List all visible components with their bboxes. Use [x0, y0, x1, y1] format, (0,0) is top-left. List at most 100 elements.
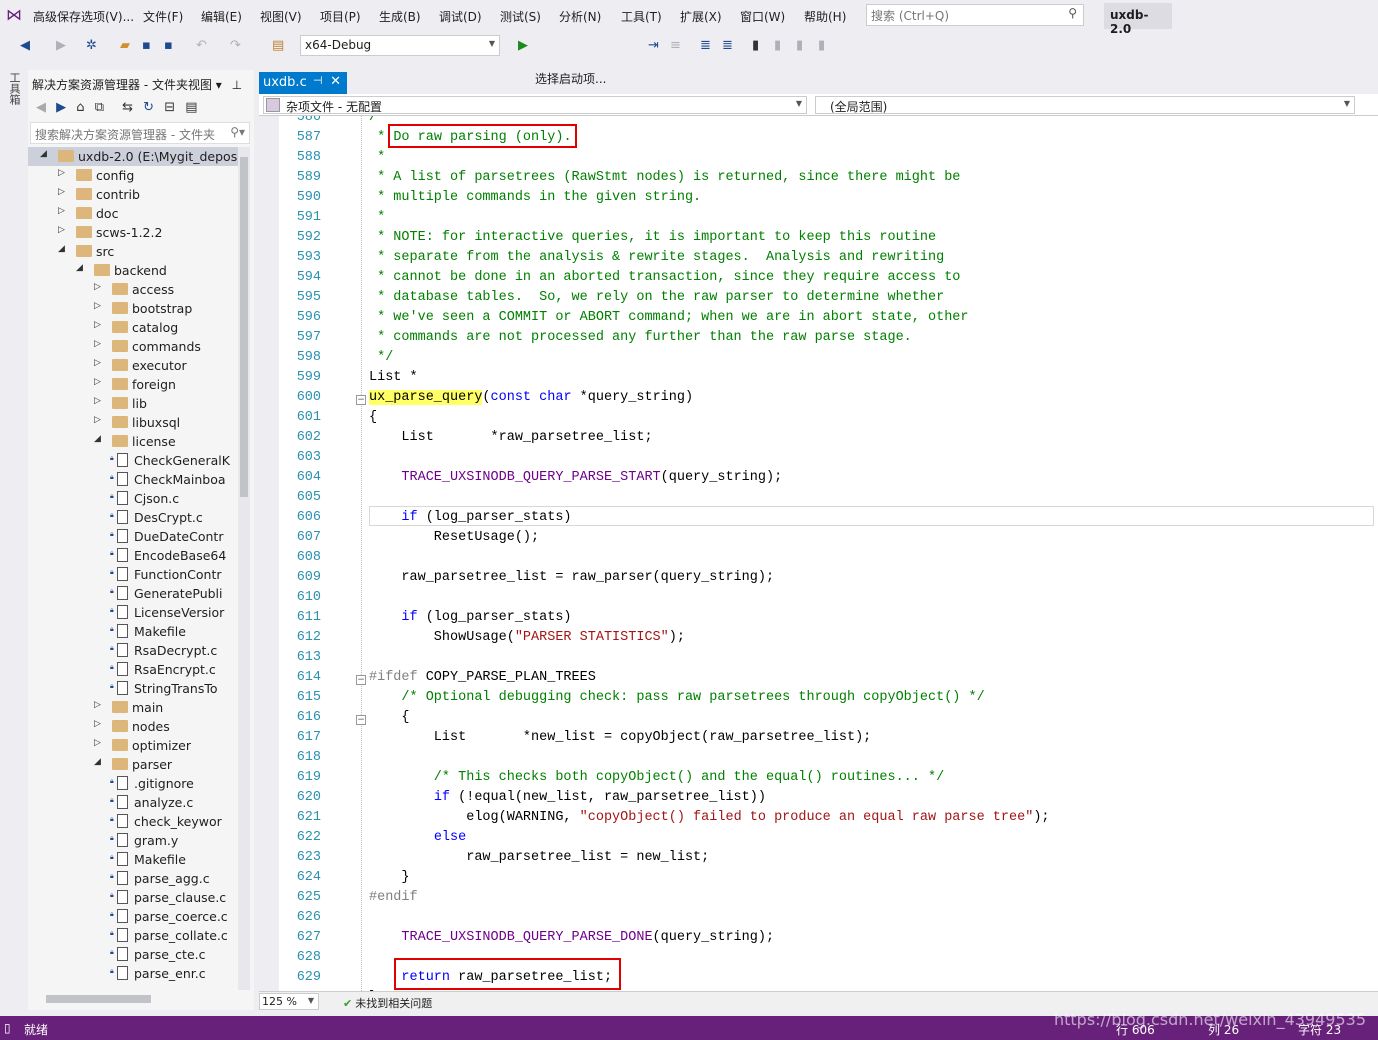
collapsed-arrow-icon[interactable]: ▷ — [94, 415, 101, 425]
code-line[interactable]: * separate from the analysis & rewrite s… — [369, 250, 944, 265]
show-all-files-icon[interactable]: ▤ — [185, 100, 197, 115]
sync-icon[interactable]: ⇆ — [122, 100, 133, 115]
code-line[interactable]: /* — [369, 116, 385, 125]
code-line[interactable]: /* Optional debugging check: pass raw pa… — [369, 690, 984, 705]
menu-item[interactable]: 调试(D) — [439, 8, 482, 25]
collapsed-arrow-icon[interactable]: ▷ — [58, 225, 65, 235]
code-line[interactable]: * — [369, 150, 385, 165]
find-in-files-icon[interactable]: ▤ — [272, 38, 284, 53]
menu-item[interactable]: 项目(P) — [320, 8, 361, 25]
switch-views-icon[interactable]: ⧉ — [95, 100, 104, 115]
clear-bookmarks-icon[interactable]: ▮ — [818, 38, 825, 53]
tree-item[interactable]: ▷ config — [28, 166, 238, 185]
tree-item[interactable]: 🔒︎ DueDateContr — [28, 527, 238, 546]
expanded-arrow-icon[interactable]: ◢ — [76, 263, 83, 273]
tree-item[interactable]: ▷ access — [28, 280, 238, 299]
forward-icon[interactable]: ▶ — [56, 38, 66, 53]
tree-item[interactable]: 🔒︎ CheckGeneralK — [28, 451, 238, 470]
tree-horizontal-scrollbar[interactable] — [32, 992, 232, 1006]
collapsed-arrow-icon[interactable]: ▷ — [94, 396, 101, 406]
tree-item[interactable]: 🔒︎ gram.y — [28, 831, 238, 850]
tree-item[interactable]: ▷ optimizer — [28, 736, 238, 755]
new-project-icon[interactable]: ✲ — [86, 38, 97, 53]
tree-item[interactable]: ◢ backend — [28, 261, 238, 280]
code-line[interactable]: } — [369, 870, 409, 885]
code-line[interactable]: * we've seen a COMMIT or ABORT command; … — [369, 310, 968, 325]
code-line[interactable]: TRACE_UXSINODB_QUERY_PARSE_START(query_s… — [369, 470, 782, 485]
tree-item[interactable]: ▷ bootstrap — [28, 299, 238, 318]
collapsed-arrow-icon[interactable]: ▷ — [94, 320, 101, 330]
solution-explorer-search[interactable]: 搜索解决方案资源管理器 - 文件夹 ⚲▾ — [30, 122, 250, 144]
expanded-arrow-icon[interactable]: ◢ — [58, 244, 65, 254]
tree-item[interactable]: ▷ foreign — [28, 375, 238, 394]
tree-item[interactable]: ◢ uxdb-2.0 (E:\Mygit_deposit — [28, 147, 238, 166]
tree-item[interactable]: 🔒︎ analyze.c — [28, 793, 238, 812]
tree-item[interactable]: 🔒︎ EncodeBase64 — [28, 546, 238, 565]
outdent-icon[interactable]: ≡ — [670, 38, 681, 53]
code-line[interactable]: List *raw_parsetree_list; — [369, 430, 652, 445]
tree-item[interactable]: 🔒︎ LicenseVersior — [28, 603, 238, 622]
tree-item[interactable]: 🔒︎ parse_enr.c — [28, 964, 238, 983]
collapsed-arrow-icon[interactable]: ▷ — [94, 282, 101, 292]
tree-item[interactable]: 🔒︎ RsaEncrypt.c — [28, 660, 238, 679]
collapsed-arrow-icon[interactable]: ▷ — [94, 700, 101, 710]
close-icon[interactable]: ✕ — [330, 74, 341, 89]
redo-icon[interactable]: ↷ — [230, 38, 241, 53]
tree-item[interactable]: ▷ commands — [28, 337, 238, 356]
collapse-toggle-icon[interactable]: − — [356, 675, 366, 685]
back-icon[interactable]: ◀ — [36, 100, 46, 115]
zoom-level-select[interactable]: 125 % ▼ — [259, 993, 319, 1010]
tree-item[interactable]: ◢ src — [28, 242, 238, 261]
tree-item[interactable]: 🔒︎ parse_agg.c — [28, 869, 238, 888]
code-line[interactable]: #endif — [369, 890, 418, 905]
tree-item[interactable]: ◢ license — [28, 432, 238, 451]
expanded-arrow-icon[interactable]: ◢ — [40, 149, 47, 159]
tree-item[interactable]: ▷ executor — [28, 356, 238, 375]
code-line[interactable]: raw_parsetree_list = raw_parser(query_st… — [369, 570, 774, 585]
code-line[interactable]: * commands are not processed any further… — [369, 330, 912, 345]
bookmark-icon[interactable]: ▮ — [752, 38, 759, 53]
collapse-all-icon[interactable]: ⊟ — [164, 100, 175, 115]
menu-item[interactable]: 帮助(H) — [804, 8, 846, 25]
tree-item[interactable]: 🔒︎ parse_cte.c — [28, 945, 238, 964]
collapsed-arrow-icon[interactable]: ▷ — [94, 738, 101, 748]
tree-item[interactable]: 🔒︎ Cjson.c — [28, 489, 238, 508]
code-line[interactable]: if (log_parser_stats) — [369, 610, 571, 625]
pin-icon[interactable]: ⊣ — [313, 74, 323, 87]
menu-item[interactable]: 扩展(X) — [680, 8, 722, 25]
save-all-icon[interactable]: ▪ — [164, 38, 173, 53]
project-name-badge[interactable]: uxdb-2.0 — [1104, 3, 1172, 36]
code-line[interactable]: { — [369, 710, 409, 725]
code-line[interactable]: /* This checks both copyObject() and the… — [369, 770, 944, 785]
tree-item[interactable]: ▷ doc — [28, 204, 238, 223]
menu-item[interactable]: 编辑(E) — [201, 8, 242, 25]
collapsed-arrow-icon[interactable]: ▷ — [94, 301, 101, 311]
toolbox-strip[interactable]: 工具箱 — [0, 66, 24, 1016]
menu-item[interactable]: 视图(V) — [260, 8, 302, 25]
start-item-dropdown[interactable]: 选择启动项... — [535, 70, 606, 87]
scroll-thumb[interactable] — [46, 995, 151, 1003]
tree-item[interactable]: 🔒︎ StringTransTo — [28, 679, 238, 698]
tree-item[interactable]: 🔒︎ DesCrypt.c — [28, 508, 238, 527]
scroll-thumb[interactable] — [240, 157, 248, 497]
code-line[interactable]: * NOTE: for interactive queries, it is i… — [369, 230, 936, 245]
menu-item[interactable]: 文件(F) — [143, 8, 183, 25]
code-line[interactable]: else — [369, 830, 466, 845]
collapsed-arrow-icon[interactable]: ▷ — [94, 339, 101, 349]
solution-configuration-select[interactable]: x64-Debug ▼ — [300, 35, 500, 56]
tree-item[interactable]: 🔒︎ parse_collate.c — [28, 926, 238, 945]
code-line[interactable]: #ifdef COPY_PARSE_PLAN_TREES — [369, 670, 596, 685]
code-line[interactable]: if (log_parser_stats) — [369, 510, 571, 525]
collapse-toggle-icon[interactable]: − — [356, 395, 366, 405]
code-line[interactable]: if (!equal(new_list, raw_parsetree_list)… — [369, 790, 766, 805]
tree-item[interactable]: ▷ main — [28, 698, 238, 717]
collapsed-arrow-icon[interactable]: ▷ — [94, 719, 101, 729]
menu-item[interactable]: 工具(T) — [621, 8, 662, 25]
open-file-icon[interactable]: ▰ — [120, 38, 130, 53]
code-editor[interactable]: 586/* 587 * Do raw parsing (only). 588 * 58… — [259, 116, 1378, 991]
quick-launch-search[interactable]: 搜索 (Ctrl+Q) ⚲ — [866, 4, 1084, 26]
expanded-arrow-icon[interactable]: ◢ — [94, 434, 101, 444]
tree-item[interactable]: 🔒︎ Makefile — [28, 850, 238, 869]
code-line[interactable]: * database tables. So, we rely on the ra… — [369, 290, 944, 305]
uncomment-icon[interactable]: ≣ — [722, 38, 733, 53]
